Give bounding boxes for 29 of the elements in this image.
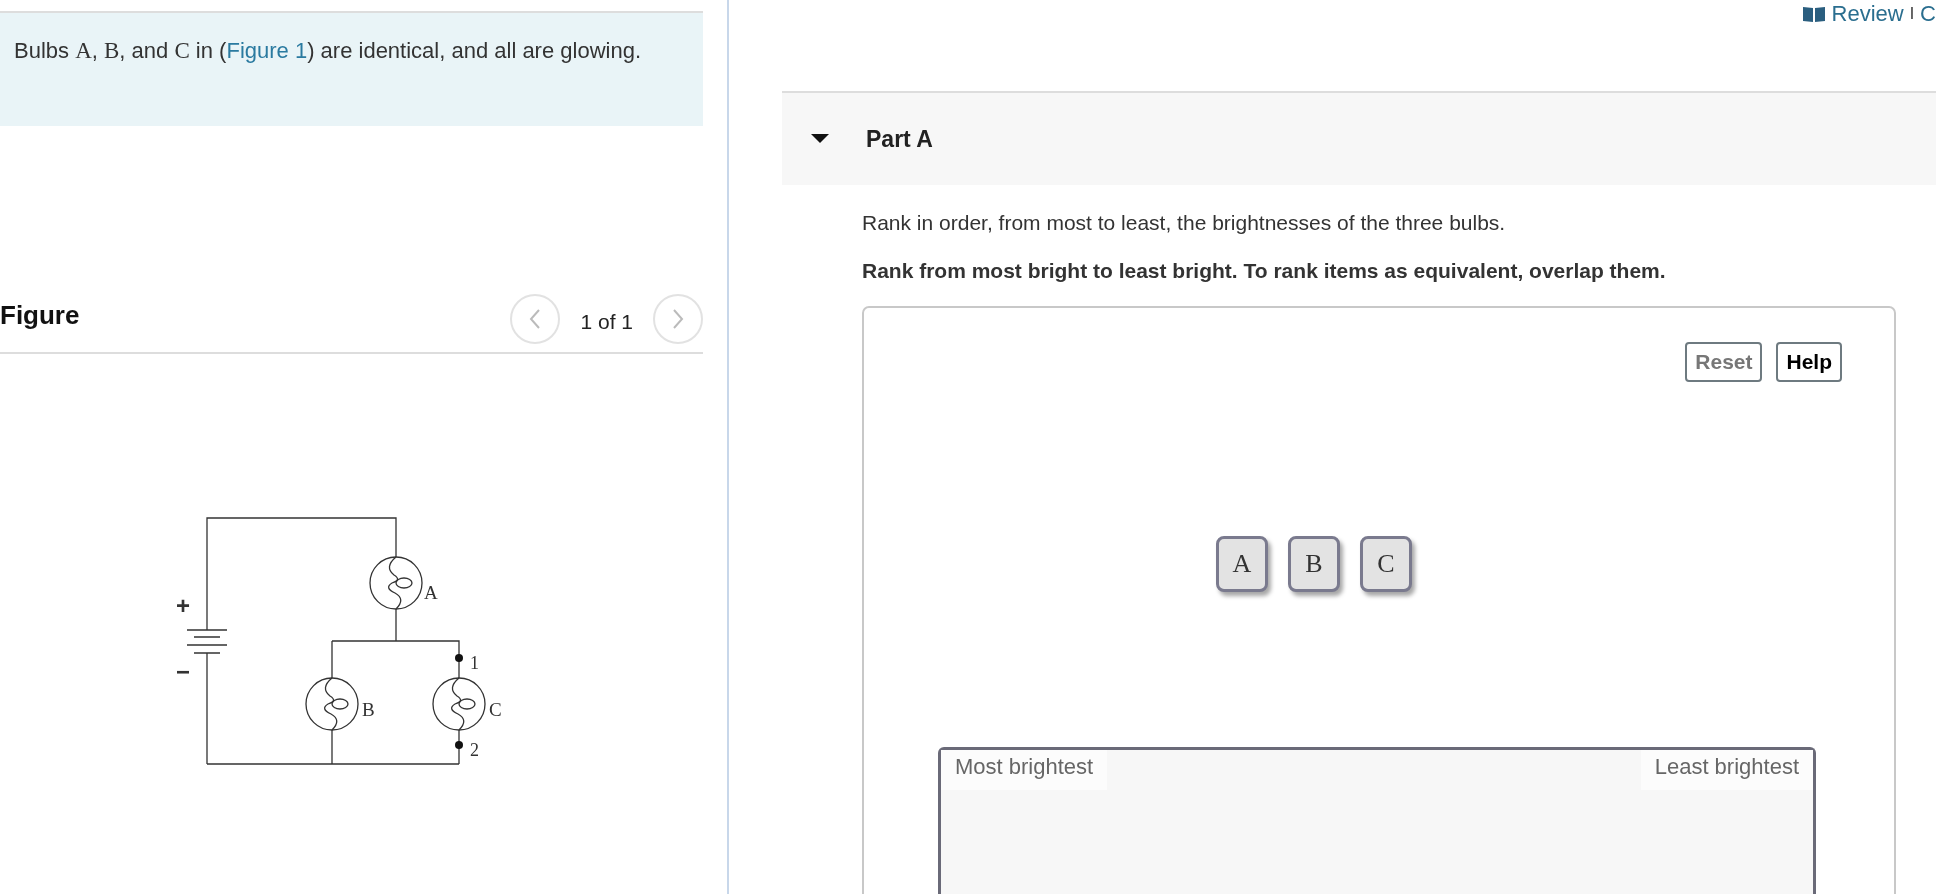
figure-pager: 1 of 1 [580,310,633,334]
bulb-label: C [489,699,502,720]
polarity-sign: − [176,658,190,685]
review-link[interactable]: Review [1831,1,1904,27]
ranking-tile[interactable]: B [1288,536,1340,592]
question-text: Rank in order, from most to least, the brightnesses of the three bulbs. [862,211,1507,235]
problem-statement: Bulbs A, B, and C in (Figure 1) are identical, and all are glowing. [0,11,703,126]
terminal-label: 1 [470,653,479,673]
bulb-label: B [362,699,375,720]
previous-button[interactable] [510,294,561,344]
terminal-label: 2 [470,740,479,760]
ranking-tile[interactable]: A [1216,536,1268,592]
book-icon [1801,5,1826,23]
drop-zone[interactable]: Most brightest Least brightest [938,747,1816,894]
chevron-right-icon [671,308,685,330]
figure-heading: Figure [0,299,81,331]
figure-link[interactable]: Figure 1 [226,38,308,63]
instruction-text: Rank from most bright to least bright. To rank items as equivalent, overlap them. [862,259,1667,283]
polarity-sign: + [176,592,190,619]
ranking-tile[interactable]: C [1360,536,1412,592]
zone-label: Least brightest [1640,750,1813,790]
part-title: Part A [866,125,933,153]
zone-label: Most brightest [941,750,1108,790]
chevron-left-icon [528,308,543,330]
link-separator: I [1909,5,1915,23]
bulb-label: A [424,582,438,603]
header-link[interactable]: C [1920,1,1936,27]
action-button[interactable]: Help [1776,342,1842,382]
next-button[interactable] [653,294,703,344]
